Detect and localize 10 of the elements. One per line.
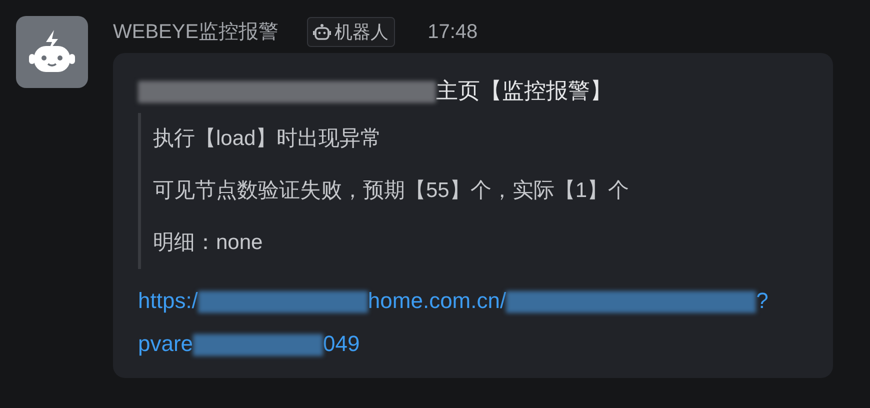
robot-badge: 机器人 [306, 17, 395, 47]
robot-avatar-icon[interactable] [16, 16, 88, 88]
message-title: 主页【监控报警】 [138, 71, 833, 111]
message-time: 17:48 [428, 20, 478, 45]
robot-icon [312, 23, 331, 41]
quote-line: 执行【load】时出现异常 [153, 126, 383, 152]
quote-line: 明细：none [153, 230, 264, 256]
url-link[interactable]: https:/ home.com.cn/ ? pvare 049 [138, 279, 833, 365]
sender-name: WEBEYE监控报警 [113, 20, 279, 45]
quote-line: 可见节点数验证失败，预期【55】个，实际【1】个 [153, 178, 630, 204]
